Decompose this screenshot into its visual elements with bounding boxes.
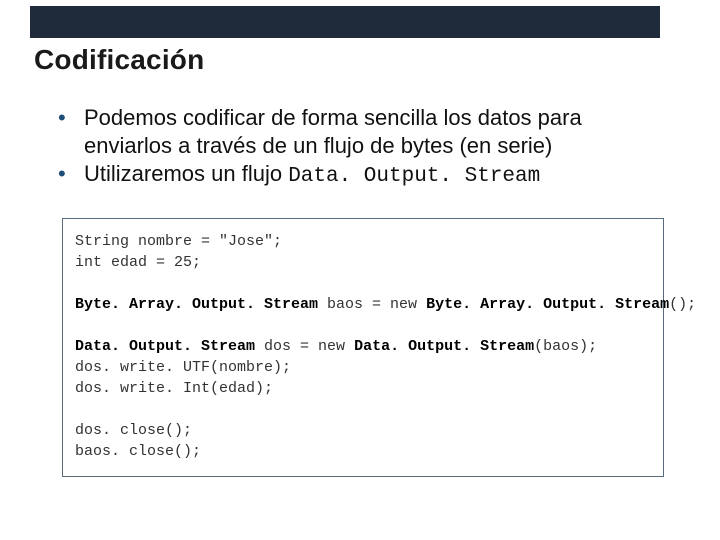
bullet-icon: • bbox=[58, 160, 84, 188]
bullet-text: Podemos codificar de forma sencilla los … bbox=[84, 104, 662, 160]
bullet-list: • Podemos codificar de forma sencilla lo… bbox=[58, 104, 662, 191]
list-item: • Utilizaremos un flujo Data. Output. St… bbox=[58, 160, 662, 191]
bullet-text: Utilizaremos un flujo Data. Output. Stre… bbox=[84, 160, 540, 191]
title-bar bbox=[30, 6, 660, 38]
code-block: String nombre = "Jose"; int edad = 25; B… bbox=[62, 218, 664, 477]
bullet-icon: • bbox=[58, 104, 84, 132]
list-item: • Podemos codificar de forma sencilla lo… bbox=[58, 104, 662, 160]
slide-title: Codificación bbox=[34, 44, 204, 76]
slide: Codificación • Podemos codificar de form… bbox=[0, 0, 720, 540]
